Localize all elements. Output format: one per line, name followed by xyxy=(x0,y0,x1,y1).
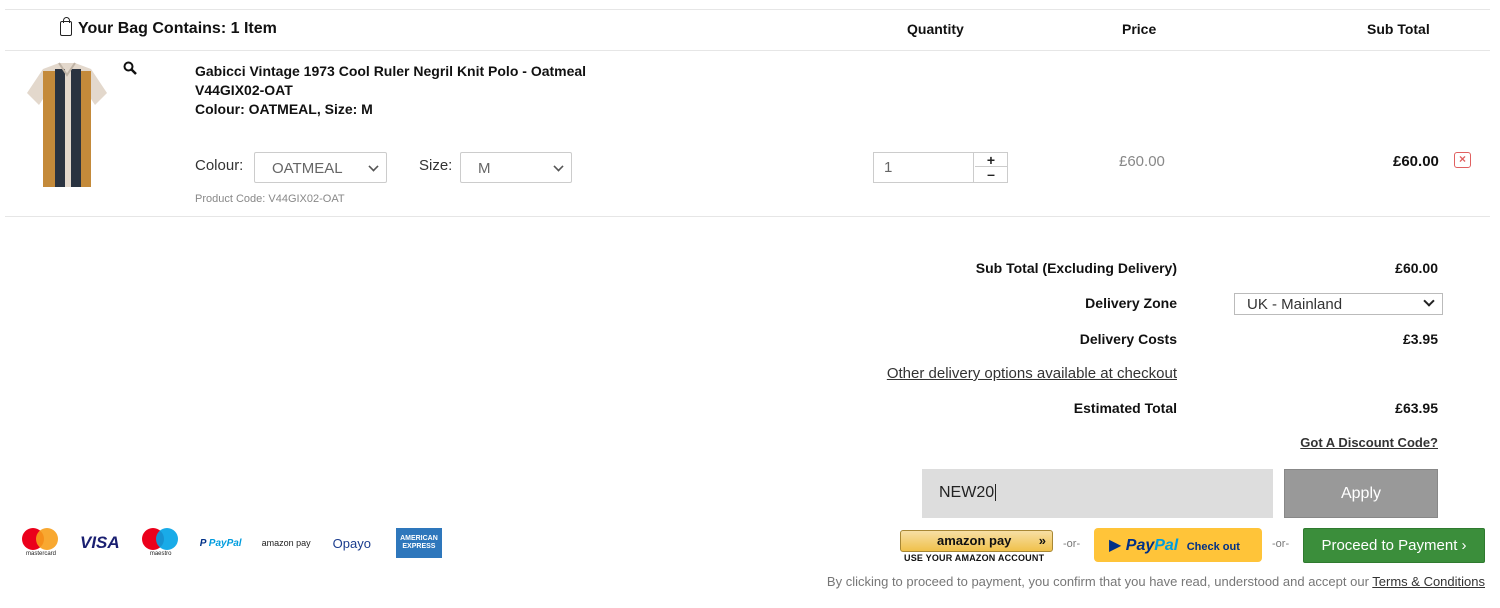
product-code: Product Code: V44GIX02-OAT xyxy=(195,193,345,205)
discount-code-link[interactable]: Got A Discount Code? xyxy=(1300,435,1438,450)
subtotal-label: Sub Total (Excluding Delivery) xyxy=(975,260,1177,276)
colour-select[interactable]: OATMEAL xyxy=(254,152,387,183)
delivery-zone-select[interactable]: UK - Mainland xyxy=(1234,293,1443,315)
colour-label: Colour: xyxy=(195,157,244,174)
size-select[interactable]: M xyxy=(460,152,572,183)
line-subtotal: £60.00 xyxy=(1393,153,1439,170)
paypal-logo: P PayPal xyxy=(200,538,242,549)
amazon-pay-button[interactable]: amazon pay » USE YOUR AMAZON ACCOUNT xyxy=(900,530,1053,563)
paypal-icon: ▶ xyxy=(1109,537,1122,554)
chevron-down-icon xyxy=(368,161,379,172)
paypal-pal-text: Pal xyxy=(1154,537,1179,554)
amazon-pay-button-face: amazon pay » xyxy=(900,530,1053,552)
paypal-checkout-text: Check out xyxy=(1186,541,1240,553)
amazon-pay-label: amazon pay xyxy=(937,533,1012,548)
visa-logo: VISA xyxy=(80,533,120,552)
zoom-icon[interactable] xyxy=(123,61,137,75)
paypal-logo-text: PayPal xyxy=(208,537,242,549)
amazonpay-logo: amazon pay xyxy=(261,538,311,548)
quantity-decrease-button[interactable]: – xyxy=(975,167,1007,181)
bag-header: Your Bag Contains: 1 Item Quantity Price… xyxy=(5,10,1490,51)
mastercard-label: mastercard xyxy=(25,551,56,557)
delivery-zone-value: UK - Mainland xyxy=(1247,296,1343,313)
product-sku: V44GIX02-OAT xyxy=(195,82,293,98)
remove-item-button[interactable]: × xyxy=(1454,152,1471,168)
column-header-quantity: Quantity xyxy=(907,21,964,37)
opayo-logo: Opayo xyxy=(332,535,371,551)
terms-conditions-link[interactable]: Terms & Conditions xyxy=(1372,574,1485,589)
chevron-down-icon xyxy=(1423,295,1435,307)
quantity-increase-button[interactable]: + xyxy=(975,153,1007,167)
consent-text: By clicking to proceed to payment, you c… xyxy=(827,574,1485,589)
product-details: Gabicci Vintage 1973 Cool Ruler Negril K… xyxy=(195,62,586,119)
chevron-down-icon xyxy=(553,161,564,172)
other-delivery-options-link[interactable]: Other delivery options available at chec… xyxy=(887,365,1177,382)
shopping-bag-icon xyxy=(60,16,72,36)
proceed-to-payment-button[interactable]: Proceed to Payment › xyxy=(1303,528,1485,563)
quantity-input[interactable] xyxy=(874,153,974,182)
paypal-logo-mark: P xyxy=(199,537,206,549)
product-thumbnail[interactable] xyxy=(25,61,109,189)
paypal-checkout-button[interactable]: ▶ PayPal Check out xyxy=(1094,528,1262,562)
consent-body: By clicking to proceed to payment, you c… xyxy=(826,574,1373,589)
amex-logo: AMERICAN EXPRESS xyxy=(395,528,442,558)
or-separator: -or- xyxy=(1272,538,1290,550)
subtotal-value: £60.00 xyxy=(1395,260,1438,276)
double-chevron-icon: » xyxy=(1038,533,1046,548)
delivery-zone-label: Delivery Zone xyxy=(1085,295,1177,311)
delivery-costs-label: Delivery Costs xyxy=(1079,331,1177,347)
payment-methods: mastercard VISA maestro P PayPal amazon … xyxy=(20,526,442,560)
colour-select-value: OATMEAL xyxy=(272,160,343,177)
bag-title: Your Bag Contains: 1 Item xyxy=(60,16,277,38)
basket-item-row: Gabicci Vintage 1973 Cool Ruler Negril K… xyxy=(5,51,1490,217)
quantity-stepper: + – xyxy=(873,152,1008,183)
delivery-costs-value: £3.95 xyxy=(1402,331,1438,347)
column-header-price: Price xyxy=(1122,21,1157,37)
mastercard-logo: mastercard xyxy=(20,527,62,559)
product-variant: Colour: OATMEAL, Size: M xyxy=(195,101,373,117)
size-select-value: M xyxy=(478,160,491,177)
maestro-label: maestro xyxy=(149,551,172,557)
column-header-subtotal: Sub Total xyxy=(1367,21,1430,37)
estimated-total-label: Estimated Total xyxy=(1073,400,1177,416)
paypal-pay-text: Pay xyxy=(1125,537,1155,554)
maestro-logo: maestro xyxy=(140,527,182,559)
apply-discount-button[interactable]: Apply xyxy=(1284,469,1438,518)
bag-title-text: Your Bag Contains: 1 Item xyxy=(78,20,277,37)
amazon-pay-sublabel: USE YOUR AMAZON ACCOUNT xyxy=(904,553,1045,563)
product-title[interactable]: Gabicci Vintage 1973 Cool Ruler Negril K… xyxy=(195,62,586,81)
unit-price: £60.00 xyxy=(1119,153,1165,170)
size-label: Size: xyxy=(419,157,453,174)
text-cursor xyxy=(995,484,997,501)
or-separator: -or- xyxy=(1063,538,1081,550)
estimated-total-value: £63.95 xyxy=(1395,400,1438,416)
discount-code-value: NEW20 xyxy=(939,484,995,501)
discount-code-input[interactable]: NEW20 xyxy=(922,469,1273,518)
